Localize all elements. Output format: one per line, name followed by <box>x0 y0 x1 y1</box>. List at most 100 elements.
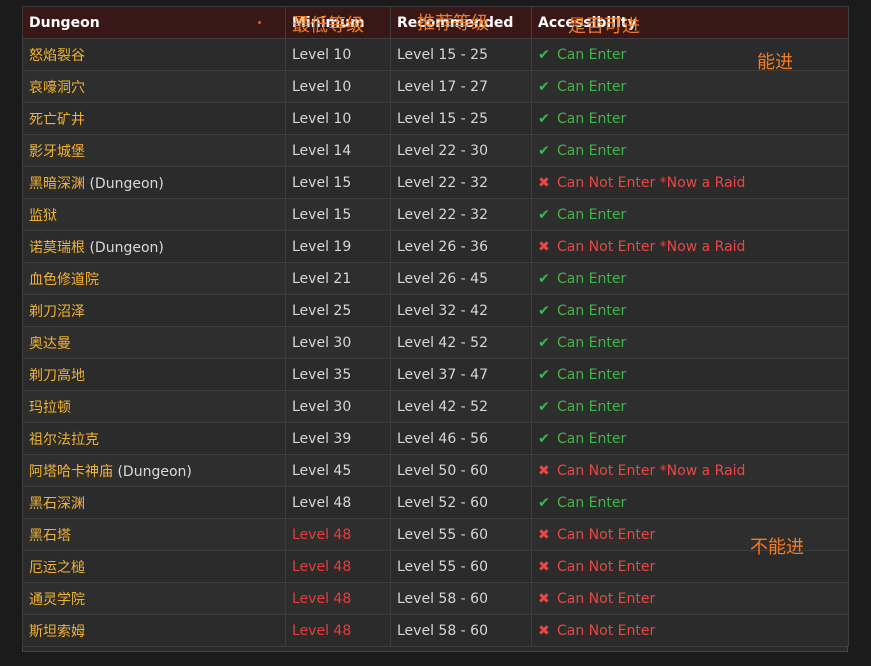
cross-icon: ✖ <box>538 174 550 191</box>
table-row: 血色修道院 Level 21 Level 26 - 45 ✔ Can Enter <box>22 262 849 295</box>
accessibility-cell: ✖ Can Not Enter <box>531 614 849 647</box>
dungeon-name-cell[interactable]: 血色修道院 <box>22 262 286 295</box>
accessibility-cell: ✔ Can Enter <box>531 134 849 167</box>
dungeon-name[interactable]: 黑石塔 <box>29 528 71 544</box>
annotation-cannot-enter: 不能进 <box>750 537 804 558</box>
table-row: 黑暗深渊 (Dungeon) Level 15 Level 22 - 32 ✖ Can … <box>22 166 849 199</box>
dungeon-name[interactable]: 祖尔法拉克 <box>29 432 99 448</box>
accessibility-text: Can Enter <box>557 430 627 447</box>
check-icon: ✔ <box>538 46 550 63</box>
dungeon-name-cell[interactable]: 哀嚎洞穴 <box>22 70 286 103</box>
dungeon-name-cell[interactable]: 祖尔法拉克 <box>22 422 286 455</box>
accessibility-text: Can Not Enter <box>557 590 656 607</box>
dungeon-name[interactable]: 黑石深渊 <box>29 496 85 512</box>
dungeon-name[interactable]: 怒焰裂谷 <box>29 48 85 64</box>
dungeon-name-cell[interactable]: 怒焰裂谷 <box>22 38 286 71</box>
accessibility-cell: ✔ Can Enter <box>531 422 849 455</box>
accessibility-cell: ✔ Can Enter <box>531 486 849 519</box>
accessibility-text: Can Enter <box>557 398 627 415</box>
accessibility-text: Can Enter <box>557 46 627 63</box>
min-level-cell: Level 15 <box>285 198 391 231</box>
min-level-cell: Level 10 <box>285 38 391 71</box>
accessibility-text: Can Enter <box>557 110 627 127</box>
dungeon-name-cell[interactable]: 奥达曼 <box>22 326 286 359</box>
min-level-cell: Level 14 <box>285 134 391 167</box>
annotation-recommended: 推荐等级 <box>417 13 489 34</box>
min-level-cell: Level 10 <box>285 102 391 135</box>
dungeon-name[interactable]: 通灵学院 <box>29 592 85 608</box>
cross-icon: ✖ <box>538 622 550 639</box>
accessibility-text: Can Not Enter *Now a Raid <box>557 174 746 191</box>
dungeon-name[interactable]: 血色修道院 <box>29 272 99 288</box>
accessibility-cell: ✔ Can Enter <box>531 326 849 359</box>
check-icon: ✔ <box>538 110 550 127</box>
dungeon-name-cell[interactable]: 剃刀沼泽 <box>22 294 286 327</box>
dungeon-name[interactable]: 厄运之槌 <box>29 560 85 576</box>
dungeon-suffix: (Dungeon) <box>85 175 164 192</box>
recommended-level-cell: Level 15 - 25 <box>390 102 532 135</box>
check-icon: ✔ <box>538 398 550 415</box>
check-icon: ✔ <box>538 494 550 511</box>
annotation-min-level: 最低等级 <box>292 15 364 36</box>
dungeon-name-cell[interactable]: 黑石塔 <box>22 518 286 551</box>
dungeon-name-cell[interactable]: 厄运之槌 <box>22 550 286 583</box>
table-row: 影牙城堡 Level 14 Level 22 - 30 ✔ Can Enter <box>22 134 849 167</box>
min-level-cell: Level 30 <box>285 390 391 423</box>
dungeon-name[interactable]: 阿塔哈卡神庙 <box>29 464 113 480</box>
dungeon-name-cell[interactable]: 黑暗深渊 (Dungeon) <box>22 166 286 199</box>
cross-icon: ✖ <box>538 462 550 479</box>
recommended-level-cell: Level 22 - 30 <box>390 134 532 167</box>
recommended-level-cell: Level 17 - 27 <box>390 70 532 103</box>
dungeon-name-cell[interactable]: 监狱 <box>22 198 286 231</box>
dungeon-name[interactable]: 玛拉顿 <box>29 400 71 416</box>
recommended-level-cell: Level 55 - 60 <box>390 550 532 583</box>
table-row: 玛拉顿 Level 30 Level 42 - 52 ✔ Can Enter <box>22 390 849 423</box>
dungeon-name[interactable]: 奥达曼 <box>29 336 71 352</box>
accessibility-text: Can Not Enter *Now a Raid <box>557 462 746 479</box>
dungeon-name[interactable]: 监狱 <box>29 208 57 224</box>
dungeon-name-cell[interactable]: 通灵学院 <box>22 582 286 615</box>
dungeon-name[interactable]: 影牙城堡 <box>29 144 85 160</box>
table-row: 哀嚎洞穴 Level 10 Level 17 - 27 ✔ Can Enter <box>22 70 849 103</box>
check-icon: ✔ <box>538 334 550 351</box>
header-dot <box>258 21 261 24</box>
dungeon-name-cell[interactable]: 玛拉顿 <box>22 390 286 423</box>
dungeon-name[interactable]: 诺莫瑞根 <box>29 240 85 256</box>
recommended-level-cell: Level 58 - 60 <box>390 582 532 615</box>
dungeon-name[interactable]: 哀嚎洞穴 <box>29 80 85 96</box>
min-level-cell: Level 45 <box>285 454 391 487</box>
accessibility-cell: ✖ Can Not Enter *Now a Raid <box>531 454 849 487</box>
table-row: 监狱 Level 15 Level 22 - 32 ✔ Can Enter <box>22 198 849 231</box>
dungeon-name[interactable]: 黑暗深渊 <box>29 176 85 192</box>
check-icon: ✔ <box>538 366 550 383</box>
header-dungeon[interactable]: Dungeon <box>22 6 286 39</box>
accessibility-text: Can Not Enter <box>557 622 656 639</box>
min-level-cell: Level 19 <box>285 230 391 263</box>
dungeon-name-cell[interactable]: 阿塔哈卡神庙 (Dungeon) <box>22 454 286 487</box>
dungeon-table: Dungeon Minimum Recommended Accessibilit… <box>22 6 849 647</box>
min-level-cell: Level 15 <box>285 166 391 199</box>
dungeon-name[interactable]: 剃刀高地 <box>29 368 85 384</box>
dungeon-name-cell[interactable]: 剃刀高地 <box>22 358 286 391</box>
recommended-level-cell: Level 46 - 56 <box>390 422 532 455</box>
dungeon-name-cell[interactable]: 斯坦索姆 <box>22 614 286 647</box>
dungeon-name-cell[interactable]: 黑石深渊 <box>22 486 286 519</box>
table-row: 剃刀高地 Level 35 Level 37 - 47 ✔ Can Enter <box>22 358 849 391</box>
dungeon-name[interactable]: 斯坦索姆 <box>29 624 85 640</box>
recommended-level-cell: Level 26 - 45 <box>390 262 532 295</box>
recommended-level-cell: Level 15 - 25 <box>390 38 532 71</box>
dungeon-name-cell[interactable]: 诺莫瑞根 (Dungeon) <box>22 230 286 263</box>
table-row: 通灵学院 Level 48 Level 58 - 60 ✖ Can Not Enter <box>22 582 849 615</box>
dungeon-name-cell[interactable]: 死亡矿井 <box>22 102 286 135</box>
table-row: 诺莫瑞根 (Dungeon) Level 19 Level 26 - 36 ✖ Can … <box>22 230 849 263</box>
accessibility-cell: ✔ Can Enter <box>531 70 849 103</box>
dungeon-name[interactable]: 死亡矿井 <box>29 112 85 128</box>
table-row: 剃刀沼泽 Level 25 Level 32 - 42 ✔ Can Enter <box>22 294 849 327</box>
annotation-accessibility: 是否可进 <box>568 16 640 37</box>
table-row: 怒焰裂谷 Level 10 Level 15 - 25 ✔ Can Enter <box>22 38 849 71</box>
min-level-cell: Level 21 <box>285 262 391 295</box>
dungeon-name[interactable]: 剃刀沼泽 <box>29 304 85 320</box>
table-row: 奥达曼 Level 30 Level 42 - 52 ✔ Can Enter <box>22 326 849 359</box>
dungeon-name-cell[interactable]: 影牙城堡 <box>22 134 286 167</box>
accessibility-text: Can Enter <box>557 302 627 319</box>
